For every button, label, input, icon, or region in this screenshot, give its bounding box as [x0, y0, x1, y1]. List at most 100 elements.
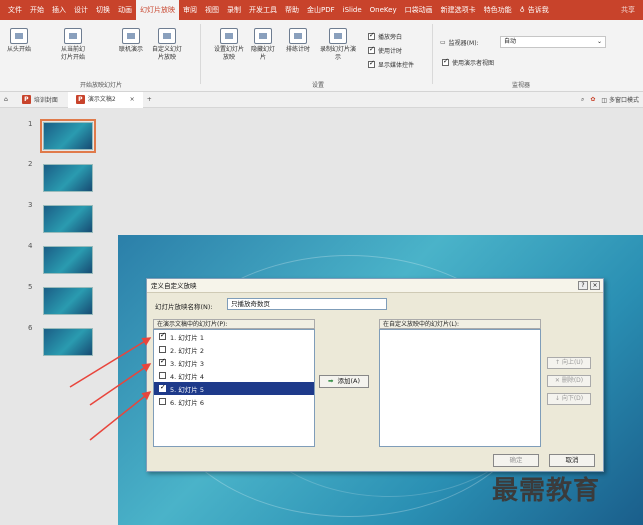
play-narrations-checkbox[interactable]: 播放旁白: [368, 31, 402, 41]
tab-kingsoft-pdf[interactable]: 金山PDF: [303, 0, 339, 20]
custom-show-icon: [158, 28, 176, 44]
list-item-slide-5[interactable]: 5. 幻灯片 5: [154, 382, 314, 395]
list-item-slide-1[interactable]: 1. 幻灯片 1: [154, 330, 314, 343]
monitor-dropdown[interactable]: 自动 ⌄: [500, 36, 606, 48]
slide-thumbnail-6[interactable]: [43, 328, 93, 356]
slide-number: 3: [28, 201, 33, 209]
search-icon[interactable]: ⌕: [581, 96, 584, 104]
show-media-controls-checkbox[interactable]: 显示媒体控件: [368, 59, 414, 69]
ok-button[interactable]: 确定: [493, 454, 539, 467]
home-icon[interactable]: ⌂: [0, 96, 12, 103]
tab-insert[interactable]: 插入: [48, 0, 70, 20]
arrow-down-icon: ↓: [554, 395, 560, 402]
share-button[interactable]: 共享: [621, 5, 635, 15]
window-icon: ◫: [601, 97, 608, 104]
close-tab-icon[interactable]: ×: [130, 92, 135, 108]
present-online-icon: [122, 28, 140, 44]
checkbox-box: [368, 59, 375, 68]
tab-design[interactable]: 设计: [70, 0, 92, 20]
checkbox[interactable]: [159, 357, 166, 366]
presenter-view-checkbox[interactable]: 使用演示者视图: [442, 57, 494, 67]
presentation-slides-label: 在演示文稿中的幻灯片(P):: [153, 319, 315, 329]
slide-thumbnail-1[interactable]: [40, 119, 96, 153]
hide-slide-icon: [254, 28, 272, 44]
powerpoint-icon: P: [21, 95, 31, 104]
timer-icon: [289, 28, 307, 44]
delete-x-icon: ✕: [554, 377, 560, 384]
tab-slide-show[interactable]: 幻灯片放映: [136, 0, 179, 20]
tab-view[interactable]: 视图: [201, 0, 223, 20]
present-online-button[interactable]: 联机演示: [116, 28, 146, 54]
powerpoint-window: 文件 开始 插入 设计 切换 动画 幻灯片放映 审阅 视图 录制 开发工具 帮助…: [0, 0, 643, 525]
slide-thumbnail-2[interactable]: [43, 164, 93, 192]
ribbon-slide-show: 从头开始 从当前幻灯片开始 联机演示 自定义幻灯片放映 开始放映幻灯片 设置幻灯…: [0, 20, 643, 92]
tab-pocket-animation[interactable]: 口袋动画: [401, 0, 437, 20]
slideshow-current-icon: [64, 28, 82, 44]
list-item-slide-3[interactable]: 3. 幻灯片 3: [154, 356, 314, 369]
tab-onekey[interactable]: OneKey: [366, 0, 401, 20]
slide-thumbnail-3[interactable]: [43, 205, 93, 233]
dialog-title-bar: 定义自定义放映 ? ×: [147, 279, 603, 293]
doctab-training-cover[interactable]: P 培训封面: [18, 95, 62, 104]
rehearse-timings-button[interactable]: 排练计时: [284, 28, 312, 54]
slideshow-start-icon: [10, 28, 28, 44]
tab-help[interactable]: 帮助: [281, 0, 303, 20]
group-divider: [432, 24, 433, 84]
lightbulb-icon: ♁: [519, 6, 525, 14]
doctab-presentation2[interactable]: P 演示文稿2 ×: [67, 91, 143, 108]
move-down-button[interactable]: ↓ 向下(D): [547, 393, 591, 405]
slide-thumbnail-4[interactable]: [43, 246, 93, 274]
list-item-slide-4[interactable]: 4. 幻灯片 4: [154, 369, 314, 382]
tab-record[interactable]: 录制: [223, 0, 245, 20]
checkbox-box: [368, 31, 375, 40]
checkbox-box: [368, 45, 375, 54]
define-custom-show-dialog: 定义自定义放映 ? × 幻灯片放映名称(N): 只播放奇数页 在演示文稿中的幻灯…: [146, 278, 604, 472]
tell-me-box[interactable]: ♁ 告诉我: [520, 5, 549, 15]
powerpoint-icon: P: [75, 95, 85, 104]
close-button[interactable]: ×: [590, 281, 600, 290]
document-tab-bar: ⌂ P 培训封面 P 演示文稿2 × + ⌕ ✿ ◫ 多窗口模式: [0, 91, 643, 108]
dialog-title: 定义自定义放映: [151, 282, 197, 290]
slide-thumbnail-5[interactable]: [43, 287, 93, 315]
setup-slide-show-button[interactable]: 设置幻灯片放映: [212, 28, 246, 62]
help-button[interactable]: ?: [578, 281, 588, 290]
slide-number: 2: [28, 160, 33, 168]
list-item-slide-2[interactable]: 2. 幻灯片 2: [154, 343, 314, 356]
list-item-slide-6[interactable]: 6. 幻灯片 6: [154, 395, 314, 408]
start-from-beginning-button[interactable]: 从头开始: [4, 28, 34, 54]
move-up-button[interactable]: ↑ 向上(U): [547, 357, 591, 369]
tab-islide[interactable]: iSlide: [339, 0, 366, 20]
record-slide-show-button[interactable]: 录制幻灯片演示: [318, 28, 358, 62]
ribbon-tab-bar: 文件 开始 插入 设计 切换 动画 幻灯片放映 审阅 视图 录制 开发工具 帮助…: [0, 0, 643, 20]
tab-features[interactable]: 特色功能: [480, 0, 516, 20]
new-tab-button[interactable]: +: [143, 96, 156, 103]
from-current-slide-button[interactable]: 从当前幻灯片开始: [60, 28, 86, 62]
tab-review[interactable]: 审阅: [179, 0, 201, 20]
settings-icon[interactable]: ✿: [590, 96, 595, 103]
add-button[interactable]: ➡ 添加(A): [319, 375, 369, 388]
delete-button[interactable]: ✕ 删除(D): [547, 375, 591, 387]
checkbox[interactable]: [159, 346, 166, 353]
tab-developer[interactable]: 开发工具: [245, 0, 281, 20]
show-name-input[interactable]: 只播放奇数页: [227, 298, 387, 310]
group-divider: [200, 24, 201, 84]
hide-slide-button[interactable]: 隐藏幻灯片: [250, 28, 276, 62]
presentation-slides-list[interactable]: 1. 幻灯片 1 2. 幻灯片 2 3. 幻灯片 3 4. 幻灯片 4 5. 幻…: [153, 329, 315, 447]
slide-number: 1: [28, 120, 33, 128]
tab-transitions[interactable]: 切换: [92, 0, 114, 20]
checkbox[interactable]: [159, 398, 166, 405]
cancel-button[interactable]: 取消: [549, 454, 595, 467]
tab-animations[interactable]: 动画: [114, 0, 136, 20]
tab-file[interactable]: 文件: [4, 0, 26, 20]
show-name-label: 幻灯片放映名称(N):: [155, 303, 213, 311]
tab-new-tab[interactable]: 新建选项卡: [437, 0, 480, 20]
tab-home[interactable]: 开始: [26, 0, 48, 20]
checkbox[interactable]: [159, 383, 166, 392]
use-timings-checkbox[interactable]: 使用计时: [368, 45, 402, 55]
checkbox[interactable]: [159, 331, 166, 340]
arrow-right-icon: ➡: [327, 377, 334, 385]
checkbox[interactable]: [159, 372, 166, 379]
multi-window-mode[interactable]: ◫ 多窗口模式: [601, 95, 639, 104]
custom-show-slides-list[interactable]: [379, 329, 541, 447]
custom-slide-show-button[interactable]: 自定义幻灯片放映: [150, 28, 184, 62]
